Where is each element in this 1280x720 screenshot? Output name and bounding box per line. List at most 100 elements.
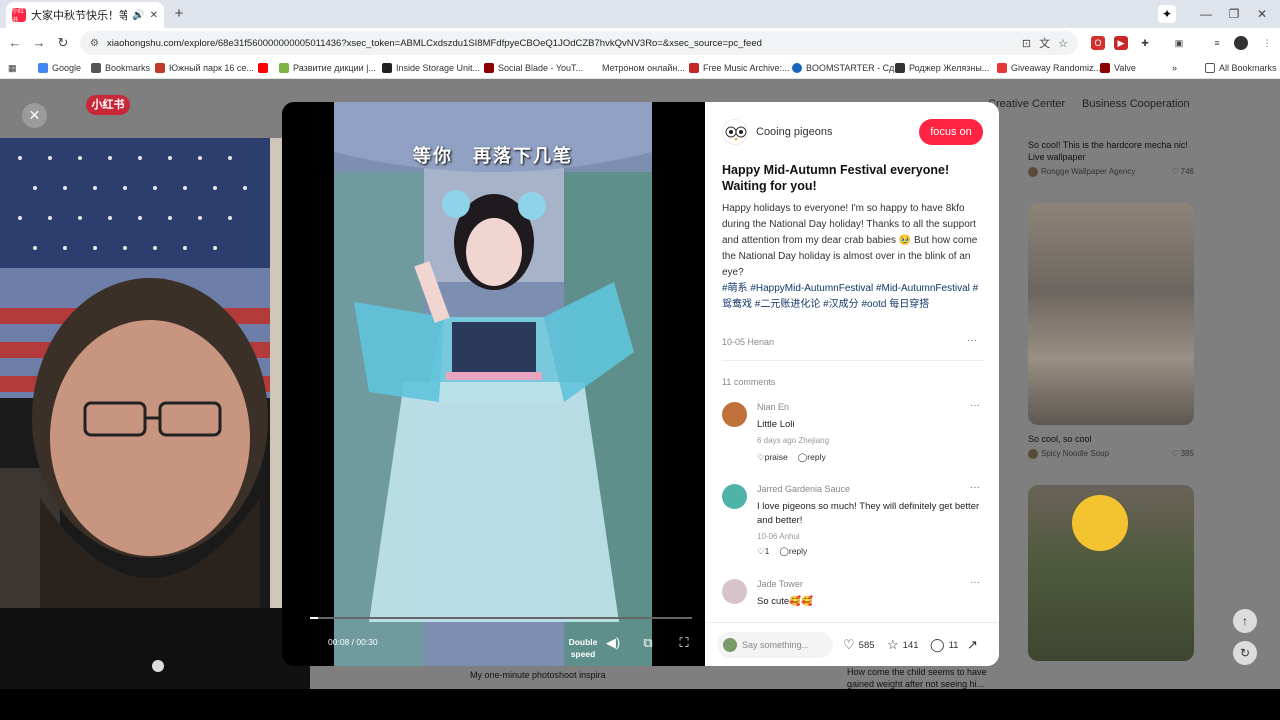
socialblade-icon	[484, 63, 494, 73]
reply-button[interactable]: ◯reply	[798, 452, 826, 463]
webcam-overlay	[0, 138, 310, 689]
nav-business-cooperation[interactable]: Business Cooperation	[1082, 98, 1190, 110]
feed-card[interactable]	[1028, 485, 1194, 661]
scroll-top-icon[interactable]: ↑	[1233, 609, 1257, 633]
comment-text: So cute🥰🥰	[757, 596, 813, 607]
more-options-icon[interactable]: ···	[970, 577, 980, 588]
nav-creative-center[interactable]: Creative Center	[988, 98, 1065, 110]
extensions-puzzle-icon[interactable]: ✚	[1138, 36, 1152, 50]
webcam-image	[0, 138, 310, 689]
comment-button[interactable]: ◯ 11	[930, 637, 958, 653]
commenter-avatar[interactable]	[722, 579, 747, 604]
youtube-icon	[258, 63, 268, 73]
bookmark-valve[interactable]: Valve	[1100, 60, 1136, 76]
folder-icon	[1205, 63, 1215, 73]
fullscreen-icon[interactable]: ⛶	[675, 634, 693, 652]
refresh-icon[interactable]: ↻	[1233, 641, 1257, 665]
address-bar[interactable]: ⚙ xiaohongshu.com/explore/68e31f56000000…	[80, 31, 1078, 55]
back-icon[interactable]: ←	[6, 34, 24, 52]
metronome-icon	[588, 63, 598, 73]
heart-icon: ♡	[757, 546, 765, 556]
comment-bubble-icon: ◯	[930, 637, 945, 652]
comment-input[interactable]: Say something...	[717, 632, 833, 658]
bookmark-giveaway[interactable]: Giveaway Randomiz...	[997, 60, 1101, 76]
sidebar-icon[interactable]: ▣	[1172, 36, 1186, 50]
progress-track[interactable]	[310, 617, 692, 619]
forward-icon[interactable]: →	[30, 34, 48, 52]
speed-button[interactable]: Double speed	[566, 636, 600, 660]
bookmark-fma[interactable]: Free Music Archive:...	[689, 60, 790, 76]
share-button[interactable]: ↗	[967, 637, 978, 653]
like-button[interactable]: ♡ 585	[843, 637, 875, 653]
card-image	[1028, 485, 1194, 661]
reload-icon[interactable]: ↻	[54, 34, 72, 52]
media-control-icon[interactable]: ≡	[1210, 36, 1224, 50]
extension-sparkle-icon[interactable]: ✦	[1158, 5, 1176, 23]
bookmark-socialblade[interactable]: Social Blade - YouT...	[484, 60, 583, 76]
speaker-icon[interactable]: 🔊	[132, 10, 144, 21]
valve-icon	[1100, 63, 1110, 73]
feed-card[interactable]: So cool! This is the hardcore mecha nic!…	[1028, 131, 1194, 177]
letterbox-bar	[0, 689, 1280, 720]
xiaohongshu-logo[interactable]: 小红书	[86, 95, 130, 115]
bookmarks-overflow-icon[interactable]: »	[1172, 60, 1177, 76]
commenter-name[interactable]: Jade Tower	[757, 579, 803, 589]
opera-extension-icon[interactable]: O	[1091, 36, 1105, 50]
user-avatar	[723, 638, 737, 652]
bookmark-bookmarks[interactable]: Bookmarks	[91, 60, 150, 76]
commenter-avatar[interactable]	[722, 484, 747, 509]
volume-icon[interactable]: ◀)	[604, 634, 622, 652]
commenter-avatar[interactable]	[722, 402, 747, 427]
site-info-icon[interactable]: ⚙	[90, 38, 99, 49]
new-tab-icon[interactable]: +	[170, 5, 188, 23]
card-caption[interactable]: How come the child seems to have gained …	[847, 666, 997, 689]
browser-tab[interactable]: 小红书 大家中秋节快乐！等你！ - 🔊 ✕	[6, 2, 164, 28]
comment-text: Little Loli	[757, 419, 795, 430]
bookmark-diction[interactable]: Развитие дикции |...	[279, 60, 376, 76]
author-name[interactable]: Cooing pigeons	[756, 126, 832, 138]
heart-icon: ♡	[1171, 449, 1181, 458]
video-frame[interactable]: 等你 再落下几笔	[334, 102, 652, 666]
reply-button[interactable]: ◯reply	[779, 546, 807, 557]
heart-icon: ♡	[757, 452, 765, 462]
video-extension-icon[interactable]: ▶	[1114, 36, 1128, 50]
translate-icon[interactable]: 文	[1039, 35, 1050, 51]
close-icon[interactable]: ✕	[22, 103, 47, 128]
bookmark-south-park[interactable]: Южный парк 16 се...	[155, 60, 254, 76]
maximize-icon[interactable]: ❐	[1224, 5, 1244, 23]
author-avatar[interactable]	[722, 119, 748, 145]
more-options-icon[interactable]: ···	[967, 335, 977, 346]
chrome-menu-icon[interactable]: ⋮	[1260, 36, 1274, 50]
bookmark-zelazny[interactable]: Роджер Желязны...	[895, 60, 989, 76]
commenter-name[interactable]: Jarred Gardenia Sauce	[757, 484, 850, 494]
collect-button[interactable]: ☆ 141	[887, 637, 919, 653]
tab-strip: 小红书 大家中秋节快乐！等你！ - 🔊 ✕ + ✦ — ❐ ✕	[0, 0, 1280, 28]
card-caption[interactable]: My one-minute photoshoot inspira	[470, 670, 630, 680]
minimize-icon[interactable]: —	[1196, 5, 1216, 23]
bookmark-google[interactable]: Google	[38, 60, 81, 76]
bookmark-star-icon[interactable]: ☆	[1058, 37, 1068, 50]
bookmark-storage[interactable]: Inside Storage Unit...	[382, 60, 480, 76]
window-close-icon[interactable]: ✕	[1252, 5, 1272, 23]
tab-close-icon[interactable]: ✕	[150, 10, 158, 21]
xiaohongshu-favicon-icon: 小红书	[12, 8, 26, 24]
profile-avatar[interactable]	[1234, 36, 1248, 50]
note-tags[interactable]: #萌系 #HappyMid-AutumnFestival #Mid-Autumn…	[722, 281, 984, 313]
more-options-icon[interactable]: ···	[970, 482, 980, 493]
bookmark-boomstarter[interactable]: BOOMSTARTER - Сд...	[792, 60, 902, 76]
like-button[interactable]: ♡praise	[757, 452, 788, 463]
commenter-name[interactable]: Nian En	[757, 402, 789, 412]
bookmark-metronome[interactable]: Метроном онлайн...	[588, 60, 685, 76]
all-bookmarks[interactable]: All Bookmarks	[1205, 60, 1277, 76]
video-caption: 等你 再落下几笔	[413, 146, 573, 166]
feed-card[interactable]: So cool, so cool Spicy Noodle Soup ♡ 385	[1028, 203, 1194, 459]
picture-in-picture-icon[interactable]: ⧉	[639, 634, 657, 652]
bookmark-youtube[interactable]	[258, 60, 272, 76]
more-options-icon[interactable]: ···	[970, 400, 980, 411]
card-likes[interactable]: ♡ 746	[1171, 167, 1194, 177]
apps-grid-icon[interactable]: ▦	[8, 60, 17, 76]
like-button[interactable]: ♡1	[757, 546, 769, 557]
card-likes[interactable]: ♡ 385	[1171, 449, 1194, 459]
install-app-icon[interactable]: ⊡	[1022, 37, 1031, 50]
follow-button[interactable]: focus on	[919, 119, 983, 145]
